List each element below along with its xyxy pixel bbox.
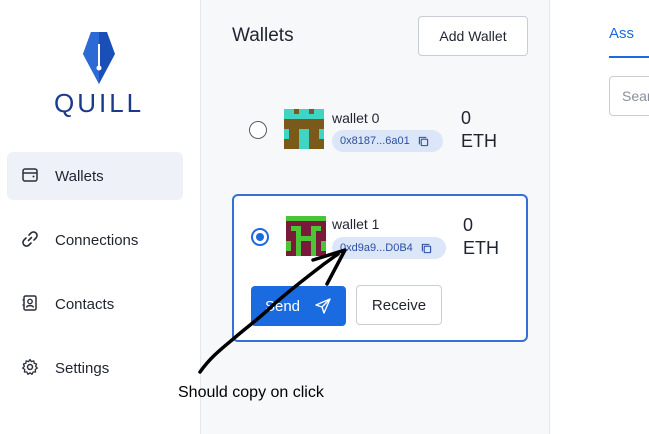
wallet-address-copy[interactable]: 0xd9a9...D0B4 bbox=[332, 237, 446, 259]
sidebar-item-wallets[interactable]: Wallets bbox=[7, 152, 183, 200]
contacts-icon bbox=[22, 295, 37, 311]
send-button[interactable]: Send bbox=[251, 286, 346, 326]
balance-value: 0 bbox=[461, 108, 472, 128]
copy-icon bbox=[421, 243, 431, 253]
wallet-select-radio[interactable] bbox=[251, 228, 269, 246]
wallet-balance: 0 ETH bbox=[461, 107, 497, 153]
wallet-address-copy[interactable]: 0x8187...6a01 bbox=[332, 130, 443, 152]
quill-pen-icon bbox=[83, 32, 115, 84]
search-input[interactable] bbox=[609, 76, 649, 116]
wallet-address: 0x8187...6a01 bbox=[340, 135, 410, 147]
sidebar-item-label: Contacts bbox=[55, 295, 115, 313]
assets-panel: Ass bbox=[577, 0, 649, 434]
link-icon bbox=[22, 231, 38, 247]
copy-icon bbox=[418, 136, 428, 146]
sidebar-item-connections[interactable]: Connections bbox=[7, 216, 183, 264]
wallet-avatar bbox=[286, 216, 326, 256]
sidebar-item-label: Wallets bbox=[55, 167, 104, 185]
balance-unit: ETH bbox=[463, 238, 499, 258]
sidebar: QUILL Wallets Connections Contacts Setti… bbox=[0, 0, 201, 434]
logo-text: QUILL bbox=[54, 88, 145, 118]
wallet-select-radio[interactable] bbox=[249, 121, 267, 139]
receive-button[interactable]: Receive bbox=[356, 285, 442, 325]
wallet-avatar bbox=[284, 109, 324, 149]
sidebar-item-contacts[interactable]: Contacts bbox=[7, 280, 183, 328]
tab-active-indicator bbox=[609, 56, 649, 58]
app-logo: QUILL bbox=[54, 30, 144, 119]
gear-icon bbox=[22, 358, 38, 375]
wallet-card[interactable]: wallet 0 0x8187...6a01 0 ETH bbox=[232, 92, 528, 180]
tab-assets[interactable]: Ass bbox=[609, 25, 634, 42]
wallets-panel: Wallets Add Wallet wallet 0 0x8187...6a0… bbox=[201, 0, 550, 434]
wallet-address: 0xd9a9...D0B4 bbox=[340, 242, 413, 254]
wallet-balance: 0 ETH bbox=[463, 214, 499, 260]
add-wallet-button[interactable]: Add Wallet bbox=[418, 16, 528, 56]
balance-unit: ETH bbox=[461, 131, 497, 151]
sidebar-item-label: Connections bbox=[55, 231, 139, 249]
annotation-text: Should copy on click bbox=[178, 384, 324, 401]
balance-value: 0 bbox=[463, 215, 474, 235]
sidebar-item-settings[interactable]: Settings bbox=[7, 344, 183, 392]
page-title: Wallets bbox=[232, 25, 294, 46]
wallet-icon bbox=[22, 168, 38, 182]
wallet-name: wallet 0 bbox=[332, 110, 380, 126]
send-label: Send bbox=[264, 297, 301, 315]
wallet-card-selected[interactable]: wallet 1 0xd9a9...D0B4 0 ETH Send Receiv… bbox=[232, 194, 528, 342]
send-icon bbox=[315, 298, 331, 314]
wallet-name: wallet 1 bbox=[332, 216, 380, 232]
sidebar-item-label: Settings bbox=[55, 359, 110, 377]
